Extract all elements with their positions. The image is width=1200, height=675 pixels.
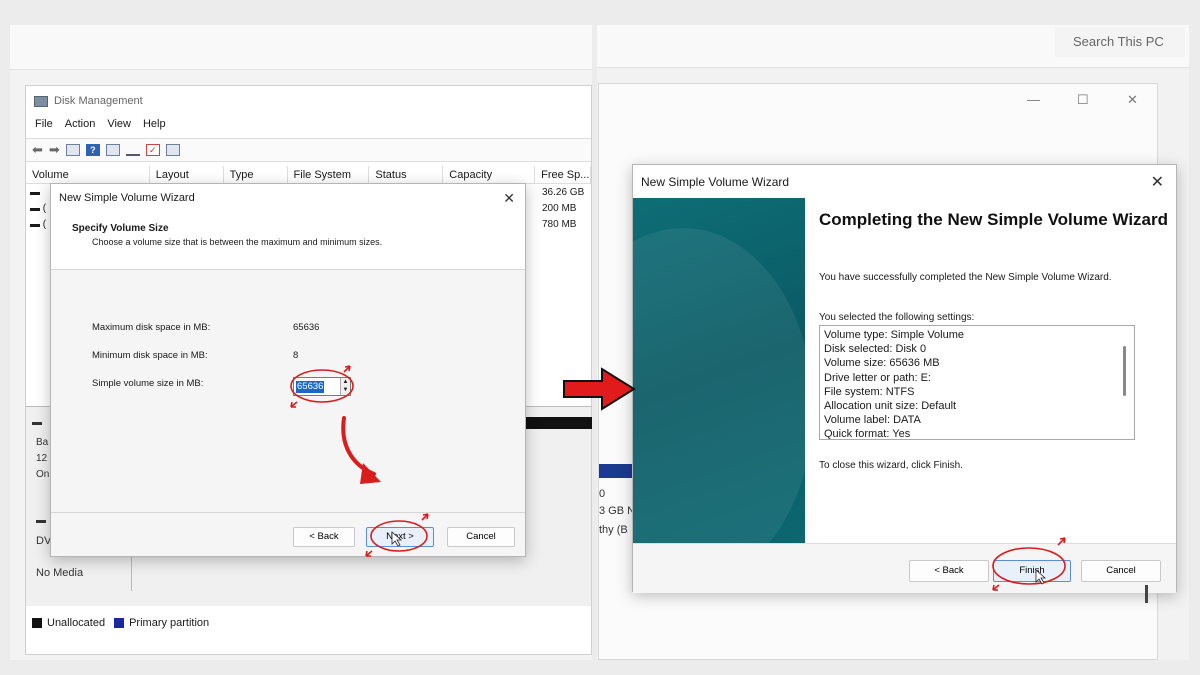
volume-size-input[interactable]: 65636 ▲ ▼ xyxy=(293,377,351,396)
search-input[interactable]: Search This PC xyxy=(1055,27,1185,57)
col-volume[interactable]: Volume xyxy=(26,166,150,183)
min-space-value: 8 xyxy=(293,350,299,361)
big-red-arrow-icon xyxy=(563,367,636,411)
setting-line: File system: NTFS xyxy=(824,385,915,398)
menu-file[interactable]: File xyxy=(35,118,53,136)
volume-size-label: Simple volume size in MB: xyxy=(92,378,204,389)
disk-label: On xyxy=(36,469,50,480)
banner-wave xyxy=(633,228,805,543)
cd-icon: ▬ xyxy=(36,515,46,526)
free-space-cell: 200 MB xyxy=(542,203,577,214)
wizard-title: New Simple Volume Wizard xyxy=(641,175,790,189)
properties-icon[interactable] xyxy=(105,144,120,156)
explorer-text-fragment: thy (B xyxy=(599,524,628,536)
menu-help[interactable]: Help xyxy=(143,118,166,136)
completing-heading: Completing the New Simple Volume Wizard xyxy=(819,210,1169,229)
setting-line: Volume type: Simple Volume xyxy=(824,329,965,341)
volume-table-header: Volume Layout Type File System Status Ca… xyxy=(26,166,592,184)
drive-usage-bar xyxy=(599,464,633,478)
unallocated-bar[interactable] xyxy=(526,417,592,429)
explorer-text-fragment: 0 xyxy=(599,488,606,500)
spinner-icon[interactable]: ▲ ▼ xyxy=(340,378,350,395)
check-icon[interactable]: ✓ xyxy=(145,144,160,156)
legend: Unallocated Primary partition xyxy=(32,617,209,629)
setting-line: Quick format: Yes xyxy=(824,428,911,440)
back-button[interactable]: < Back xyxy=(293,527,355,547)
max-space-value: 65636 xyxy=(293,322,320,333)
settings-listbox[interactable]: Volume type: Simple Volume Disk selected… xyxy=(819,325,1135,440)
close-hint: To close this wizard, click Finish. xyxy=(819,460,963,471)
cd-label: DV xyxy=(36,535,52,547)
back-button[interactable]: < Back xyxy=(909,560,989,582)
connect-icon[interactable] xyxy=(125,144,140,156)
setting-line: Volume size: 65636 MB xyxy=(824,357,940,370)
back-arrow-icon[interactable]: ⬅ xyxy=(32,143,43,156)
free-space-cell: 780 MB xyxy=(542,219,577,230)
close-icon[interactable]: ✕ xyxy=(1151,172,1164,192)
dm-toolbar: ⬅ ➡ ? ✓ xyxy=(26,138,591,162)
forward-arrow-icon[interactable]: ➡ xyxy=(49,143,60,156)
left-top-bar xyxy=(10,25,592,70)
col-layout[interactable]: Layout xyxy=(150,166,224,183)
setting-line: Disk selected: Disk 0 xyxy=(824,343,927,356)
wizard-heading: Specify Volume Size xyxy=(72,223,169,234)
legend-unallocated: Unallocated xyxy=(47,617,106,629)
scrollbar-fragment xyxy=(1145,585,1148,603)
disk-icon: ▬ xyxy=(32,417,42,428)
menu-view[interactable]: View xyxy=(107,118,131,136)
volume-row-icon[interactable]: ▬ ( xyxy=(30,203,46,214)
volume-row-icon[interactable]: ▬ xyxy=(30,187,40,198)
max-space-label: Maximum disk space in MB: xyxy=(92,322,211,333)
no-media-label: No Media xyxy=(36,567,84,579)
wizard-titlebar: New Simple Volume Wizard xyxy=(51,184,525,212)
col-type[interactable]: Type xyxy=(224,166,288,183)
completing-wizard-dialog: New Simple Volume Wizard ✕ Completing th… xyxy=(632,164,1177,593)
col-file-system[interactable]: File System xyxy=(288,166,370,183)
setting-line: Allocation unit size: Default xyxy=(824,400,957,413)
success-text: You have successfully completed the New … xyxy=(819,272,1112,283)
col-capacity[interactable]: Capacity xyxy=(443,166,536,183)
dm-titlebar: Disk Management xyxy=(26,86,591,116)
help-icon[interactable]: ? xyxy=(85,144,100,156)
next-button[interactable]: Next > xyxy=(366,527,434,547)
volume-row-icon[interactable]: ▬ ( xyxy=(30,219,46,230)
menu-action[interactable]: Action xyxy=(65,118,96,136)
unallocated-swatch xyxy=(32,618,42,628)
wizard-header: Specify Volume Size Choose a volume size… xyxy=(51,212,525,270)
disk-label: Ba xyxy=(36,437,49,448)
cancel-button[interactable]: Cancel xyxy=(447,527,515,547)
free-space-cell: 36.26 GB xyxy=(542,187,585,198)
disk-list-icon[interactable] xyxy=(65,144,80,156)
dm-title: Disk Management xyxy=(54,95,143,107)
listbox-scrollbar[interactable] xyxy=(1123,346,1126,396)
wizard-title: New Simple Volume Wizard xyxy=(59,192,195,204)
wizard-footer xyxy=(51,512,525,513)
disk-management-icon xyxy=(34,95,48,107)
minimize-icon[interactable]: — xyxy=(1027,92,1040,107)
setting-line: Volume label: DATA xyxy=(824,414,921,427)
min-space-label: Minimum disk space in MB: xyxy=(92,350,208,361)
wizard-subheading: Choose a volume size that is between the… xyxy=(92,237,383,247)
volume-size-value[interactable]: 65636 xyxy=(296,381,325,393)
wizard-side-banner xyxy=(633,198,805,543)
cancel-button[interactable]: Cancel xyxy=(1081,560,1161,582)
col-free-space[interactable]: Free Sp... xyxy=(535,166,592,183)
close-icon[interactable]: ✕ xyxy=(1127,92,1138,108)
close-icon[interactable]: ✕ xyxy=(503,190,515,207)
finish-button[interactable]: Finish xyxy=(993,560,1071,582)
legend-primary: Primary partition xyxy=(129,617,210,629)
explorer-text-fragment: 3 GB N xyxy=(599,505,636,517)
col-status[interactable]: Status xyxy=(369,166,444,183)
setting-line: Drive letter or path: E: xyxy=(824,371,931,384)
dm-menubar: File Action View Help xyxy=(26,118,166,136)
maximize-icon[interactable]: ☐ xyxy=(1077,92,1089,108)
disk-label: 12 xyxy=(36,453,48,464)
primary-partition-swatch xyxy=(114,618,125,628)
volume-size-wizard-dialog: New Simple Volume Wizard ✕ Specify Volum… xyxy=(50,183,526,557)
settings-intro: You selected the following settings: xyxy=(819,312,975,323)
settings-list-icon[interactable] xyxy=(165,144,180,156)
